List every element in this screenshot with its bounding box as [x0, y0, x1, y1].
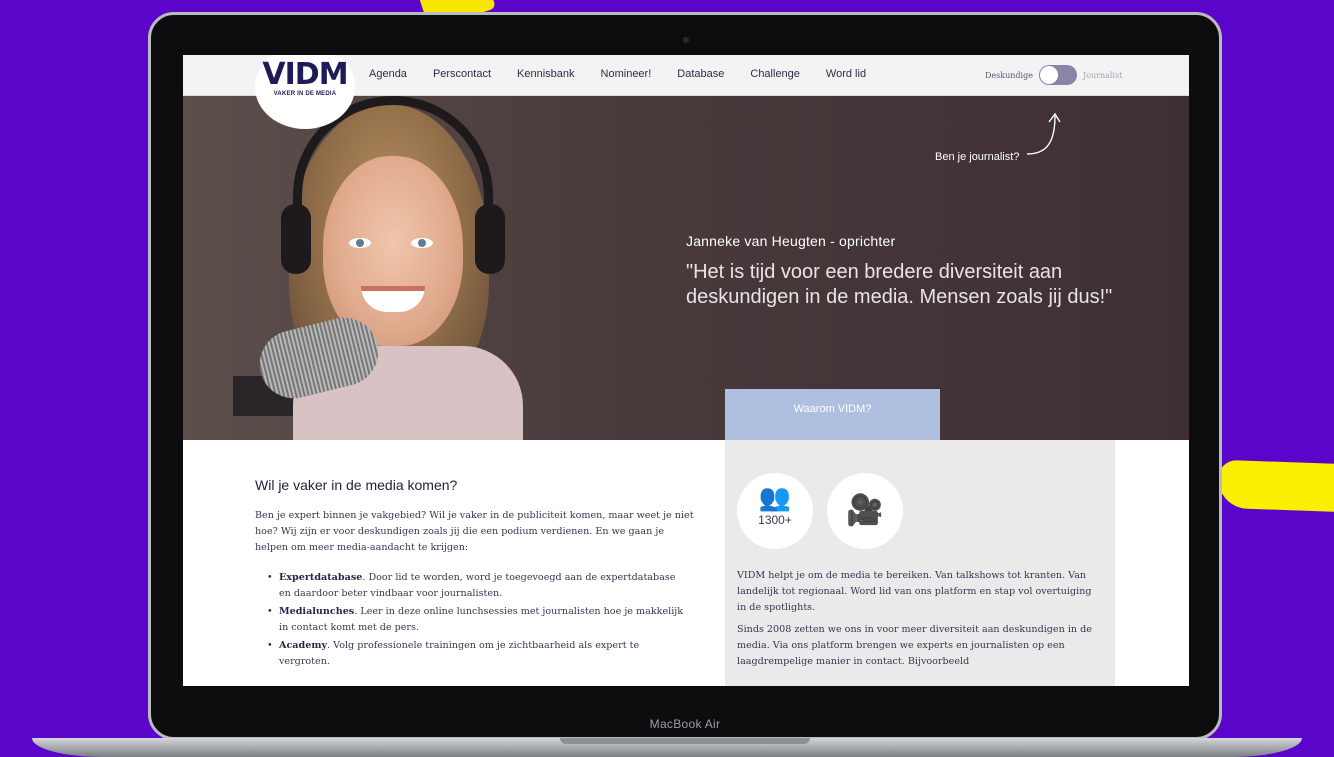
nav-item-nomineer[interactable]: Nomineer! [601, 68, 652, 80]
intro-paragraph: Ben je expert binnen je vakgebied? Wil j… [255, 510, 694, 553]
nav-item-database[interactable]: Database [677, 68, 724, 80]
toggle-label-journalist[interactable]: Journalist [1083, 71, 1122, 80]
founder-portrait [233, 96, 523, 440]
why-vidm-panel: 👥 1300+ 🎥 VIDM helpt je om de media te b… [725, 440, 1115, 686]
benefit-text: . Volg professionele trainingen om je zi… [279, 640, 640, 667]
founder-quote: "Het is tijd voor een bredere diversitei… [686, 261, 1113, 308]
website-screen: VIDM VAKER IN DE MEDIA Agenda Perscontac… [183, 55, 1189, 686]
intro-section: Wil je vaker in de media komen? Ben je e… [255, 440, 695, 686]
benefit-term: Medialunches [279, 606, 355, 617]
benefits-list: Expertdatabase. Door lid te worden, word… [267, 570, 687, 672]
media-badge: 🎥 [827, 473, 903, 549]
nav-item-perscontact[interactable]: Perscontact [433, 68, 491, 80]
curved-arrow-icon [1026, 112, 1061, 155]
hero-banner: Ben je journalist? Janneke van Heugten -… [183, 96, 1189, 440]
webcam [683, 37, 689, 43]
journalist-hint[interactable]: Ben je journalist? [935, 151, 1019, 163]
device-label: MacBook Air [649, 717, 721, 731]
founder-name: Janneke van Heugten - oprichter [686, 233, 896, 249]
members-count: 1300+ [758, 513, 792, 527]
media-camera-icon: 🎥 [846, 494, 884, 527]
toggle-knob [1039, 66, 1058, 84]
role-toggle-switch[interactable] [1038, 65, 1077, 85]
benefit-term: Expertdatabase [279, 572, 363, 583]
people-group-icon: 👥 [758, 482, 792, 512]
nav-item-kennisbank[interactable]: Kennisbank [517, 68, 575, 80]
benefit-term: Academy [279, 640, 328, 651]
yellow-brush-stroke-right [1217, 459, 1334, 513]
why-vidm-button[interactable]: Waarom VIDM? [725, 389, 940, 440]
toggle-label-deskundige[interactable]: Deskundige [985, 71, 1033, 80]
nav-item-challenge[interactable]: Challenge [750, 68, 800, 80]
portrait-eye-right [411, 238, 433, 248]
laptop-notch [560, 738, 810, 744]
nav-item-word-lid[interactable]: Word lid [826, 68, 866, 80]
role-toggle-group: Deskundige Journalist [985, 65, 1122, 85]
top-navigation: VIDM VAKER IN DE MEDIA Agenda Perscontac… [183, 55, 1189, 129]
benefit-item: Academy. Volg professionele trainingen o… [267, 638, 687, 670]
section-title: Wil je vaker in de media komen? [255, 477, 458, 493]
headphone-right-icon [475, 204, 505, 274]
benefit-item: Medialunches. Leer in deze online lunchs… [267, 604, 687, 636]
panel-text-2: Sinds 2008 zetten we ons in voor meer di… [737, 624, 1092, 667]
portrait-smile [361, 286, 425, 312]
members-badge: 👥 1300+ [737, 473, 813, 549]
benefit-item: Expertdatabase. Door lid te worden, word… [267, 570, 687, 602]
logo-wordmark: VIDM [262, 57, 348, 92]
nav-item-agenda[interactable]: Agenda [369, 68, 407, 80]
portrait-eye-left [349, 238, 371, 248]
headphone-left-icon [281, 204, 311, 274]
nav-menu: Agenda Perscontact Kennisbank Nomineer! … [369, 68, 892, 80]
panel-text-1: VIDM helpt je om de media te bereiken. V… [737, 570, 1092, 613]
